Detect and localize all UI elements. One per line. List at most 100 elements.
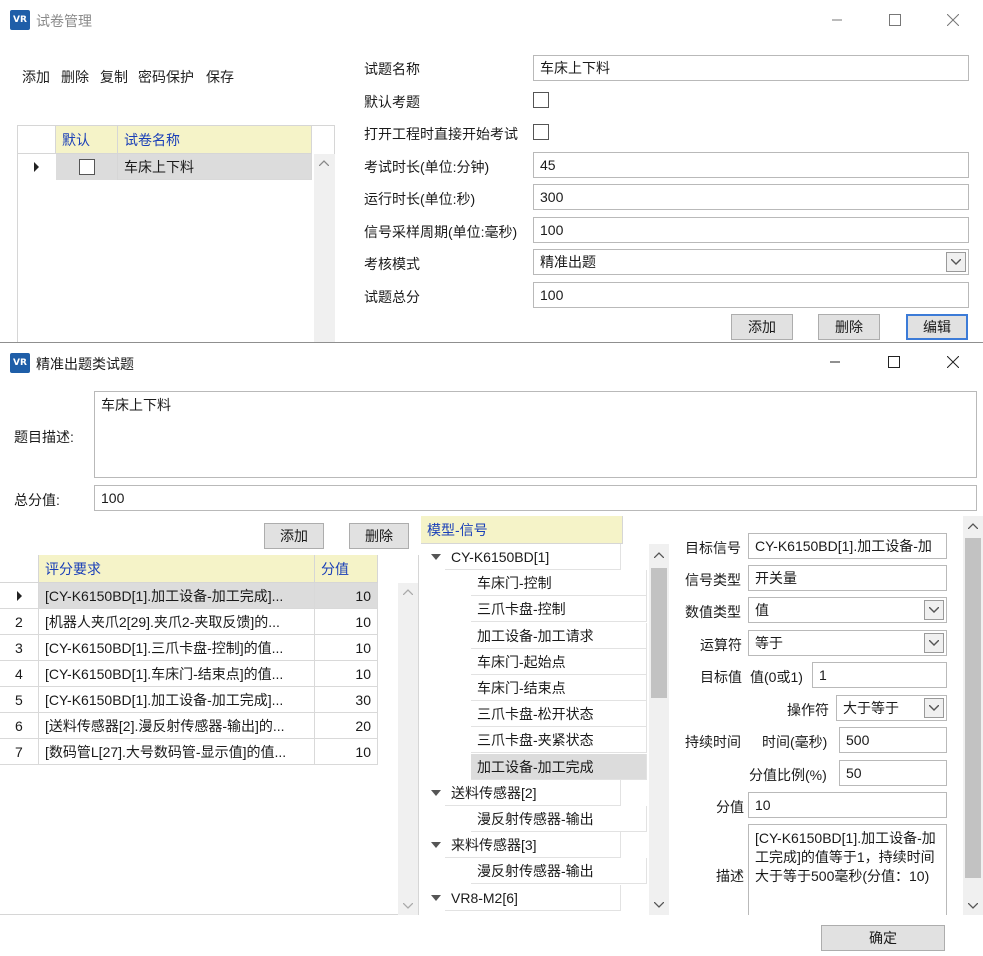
table-row[interactable]: [CY-K6150BD[1].加工设备-加工完成]... 10	[0, 583, 398, 609]
autostart-checkbox[interactable]	[533, 124, 549, 140]
target-value-input[interactable]: 1	[812, 662, 947, 688]
tree-scroll-thumb[interactable]	[651, 568, 667, 698]
mode-select[interactable]: 精准出题	[533, 249, 969, 275]
signal-tree: 模型-信号 CY-K6150BD[1] 车床门-控制 三爪卡盘-控制 加工设备-加工请…	[421, 516, 670, 915]
tree-node-signal[interactable]: 加工设备-加工完成	[421, 753, 649, 780]
grid-header-score: 分值	[315, 555, 378, 583]
mode-value: 精准出题	[540, 254, 596, 270]
tree-node-model[interactable]: CY-K6150BD[1]	[421, 544, 649, 570]
exam-grid-scrollbar[interactable]	[314, 154, 335, 343]
toolbar-copy[interactable]: 复制	[100, 67, 128, 87]
criterion-score: 10	[315, 583, 378, 609]
expand-triangle-icon[interactable]	[431, 842, 441, 849]
details-scrollbar[interactable]	[963, 516, 983, 915]
operator-select[interactable]: 等于	[748, 630, 947, 656]
criterion-text: [CY-K6150BD[1].三爪卡盘-控制]的值...	[39, 635, 315, 661]
target-signal-input[interactable]: CY-K6150BD[1].加工设备-加	[748, 533, 947, 559]
row-header-cell	[0, 609, 39, 635]
operator-value: 等于	[755, 635, 783, 651]
table-row[interactable]: 车床上下料	[18, 154, 312, 180]
tree-node-signal[interactable]: 三爪卡盘-松开状态	[421, 701, 649, 728]
tree-node-label: 送料传感器[2]	[445, 779, 621, 806]
criterion-score: 10	[315, 739, 378, 765]
add-criterion-button[interactable]: 添加	[264, 523, 324, 549]
total-score-label: 试题总分	[364, 289, 420, 305]
tree-node-signal[interactable]: 车床门-结束点	[421, 675, 649, 701]
close-icon	[947, 14, 959, 26]
table-row[interactable]: 2 [机器人夹爪2[29].夹爪2-夹取反馈]的... 10	[0, 609, 398, 635]
tree-node-label: 三爪卡盘-控制	[471, 596, 647, 623]
criterion-text: [机器人夹爪2[29].夹爪2-夹取反馈]的...	[39, 609, 315, 635]
tree-node-signal[interactable]: 车床门-控制	[421, 570, 649, 597]
toolbar-delete[interactable]: 删除	[61, 67, 89, 87]
default-checkbox[interactable]	[79, 159, 95, 175]
exam-name-input[interactable]: 车床上下料	[533, 55, 969, 81]
delete-button[interactable]: 删除	[818, 314, 880, 340]
ratio-input[interactable]: 50	[839, 760, 947, 786]
default-exam-checkbox[interactable]	[533, 92, 549, 108]
signal-type-label: 信号类型	[685, 572, 741, 588]
table-row[interactable]: 3 [CY-K6150BD[1].三爪卡盘-控制]的值... 10	[0, 635, 398, 661]
tree-node-signal[interactable]: 加工设备-加工请求	[421, 622, 649, 649]
score-input[interactable]: 10	[748, 792, 947, 818]
close-button[interactable]	[930, 5, 976, 35]
grid-header-criteria: 评分要求	[39, 555, 315, 583]
toolbar-password-protect[interactable]: 密码保护	[138, 67, 194, 87]
duration-input[interactable]: 500	[839, 727, 947, 753]
exam-grid: 默认 试卷名称 车床上下料	[17, 125, 335, 343]
details-scroll-thumb[interactable]	[965, 538, 981, 878]
tree-node-signal[interactable]: 三爪卡盘-夹紧状态	[421, 727, 649, 754]
precise-question-window: VR 精准出题类试题 题目描述: 车床上下料 总分值: 100 添加 删除 评分…	[0, 342, 983, 956]
runtime-input[interactable]: 300	[533, 184, 969, 210]
edit-button[interactable]: 编辑	[906, 314, 968, 340]
expand-triangle-icon[interactable]	[431, 554, 441, 560]
criterion-text: [CY-K6150BD[1].车床门-结束点]的值...	[39, 661, 315, 687]
maximize-button[interactable]	[872, 5, 918, 35]
criterion-score: 20	[315, 713, 378, 739]
minimize-button[interactable]	[812, 347, 858, 377]
tree-node-model[interactable]: 送料传感器[2]	[421, 779, 649, 806]
close-button[interactable]	[930, 347, 976, 377]
value-type-select[interactable]: 值	[748, 597, 947, 623]
table-row[interactable]: 4 [CY-K6150BD[1].车床门-结束点]的值... 10	[0, 661, 398, 687]
total-score-label: 总分值:	[14, 492, 60, 508]
delete-criterion-button[interactable]: 删除	[349, 523, 409, 549]
minimize-button[interactable]	[814, 5, 860, 35]
tree-node-signal[interactable]: 漫反射传感器-输出	[421, 858, 649, 885]
tree-node-label: 车床门-结束点	[471, 675, 647, 701]
expand-triangle-icon[interactable]	[431, 789, 441, 796]
maximize-icon	[889, 14, 901, 26]
tree-node-model[interactable]: VR8-M2[6]	[421, 884, 649, 911]
ok-button[interactable]: 确定	[821, 925, 945, 951]
table-row[interactable]: 7 [数码管L[27].大号数码管-显示值]的值... 10	[0, 739, 398, 765]
expand-triangle-icon[interactable]	[431, 894, 441, 901]
tree-node-signal[interactable]: 三爪卡盘-控制	[421, 596, 649, 623]
total-score-input[interactable]: 100	[533, 282, 969, 308]
tree-node-signal[interactable]: 漫反射传感器-输出	[421, 806, 649, 832]
question-desc-textarea[interactable]: 车床上下料	[94, 391, 977, 478]
toolbar-add[interactable]: 添加	[22, 67, 50, 87]
tree-node-signal[interactable]: 车床门-起始点	[421, 648, 649, 675]
exam-duration-input[interactable]: 45	[533, 152, 969, 178]
description-textarea[interactable]: [CY-K6150BD[1].加工设备-加工完成]的值等于1，持续时间大于等于5…	[748, 824, 947, 915]
grid-header-exam-name: 试卷名称	[118, 126, 312, 154]
maximize-button[interactable]	[871, 347, 917, 377]
grid-corner	[18, 126, 56, 154]
tree-node-label: 三爪卡盘-松开状态	[471, 701, 647, 728]
tree-scrollbar[interactable]	[649, 544, 669, 915]
sampling-input[interactable]: 100	[533, 217, 969, 243]
tree-node-label: 漫反射传感器-输出	[471, 858, 647, 885]
toolbar-save[interactable]: 保存	[206, 67, 234, 87]
tree-node-label: 加工设备-加工请求	[471, 622, 647, 649]
signal-type-input[interactable]: 开关量	[748, 565, 947, 591]
chevron-down-icon	[924, 633, 944, 653]
op-select[interactable]: 大于等于	[836, 695, 947, 721]
table-row[interactable]: 5 [CY-K6150BD[1].加工设备-加工完成]... 30	[0, 687, 398, 713]
table-row[interactable]: 6 [送料传感器[2].漫反射传感器-输出]的... 20	[0, 713, 398, 739]
add-button[interactable]: 添加	[731, 314, 793, 340]
criteria-scrollbar[interactable]	[398, 583, 418, 915]
minimize-icon	[830, 361, 840, 363]
tree-node-model[interactable]: 来料传感器[3]	[421, 832, 649, 859]
total-score-input[interactable]: 100	[94, 485, 977, 511]
target-value-label: 目标值	[700, 669, 742, 685]
